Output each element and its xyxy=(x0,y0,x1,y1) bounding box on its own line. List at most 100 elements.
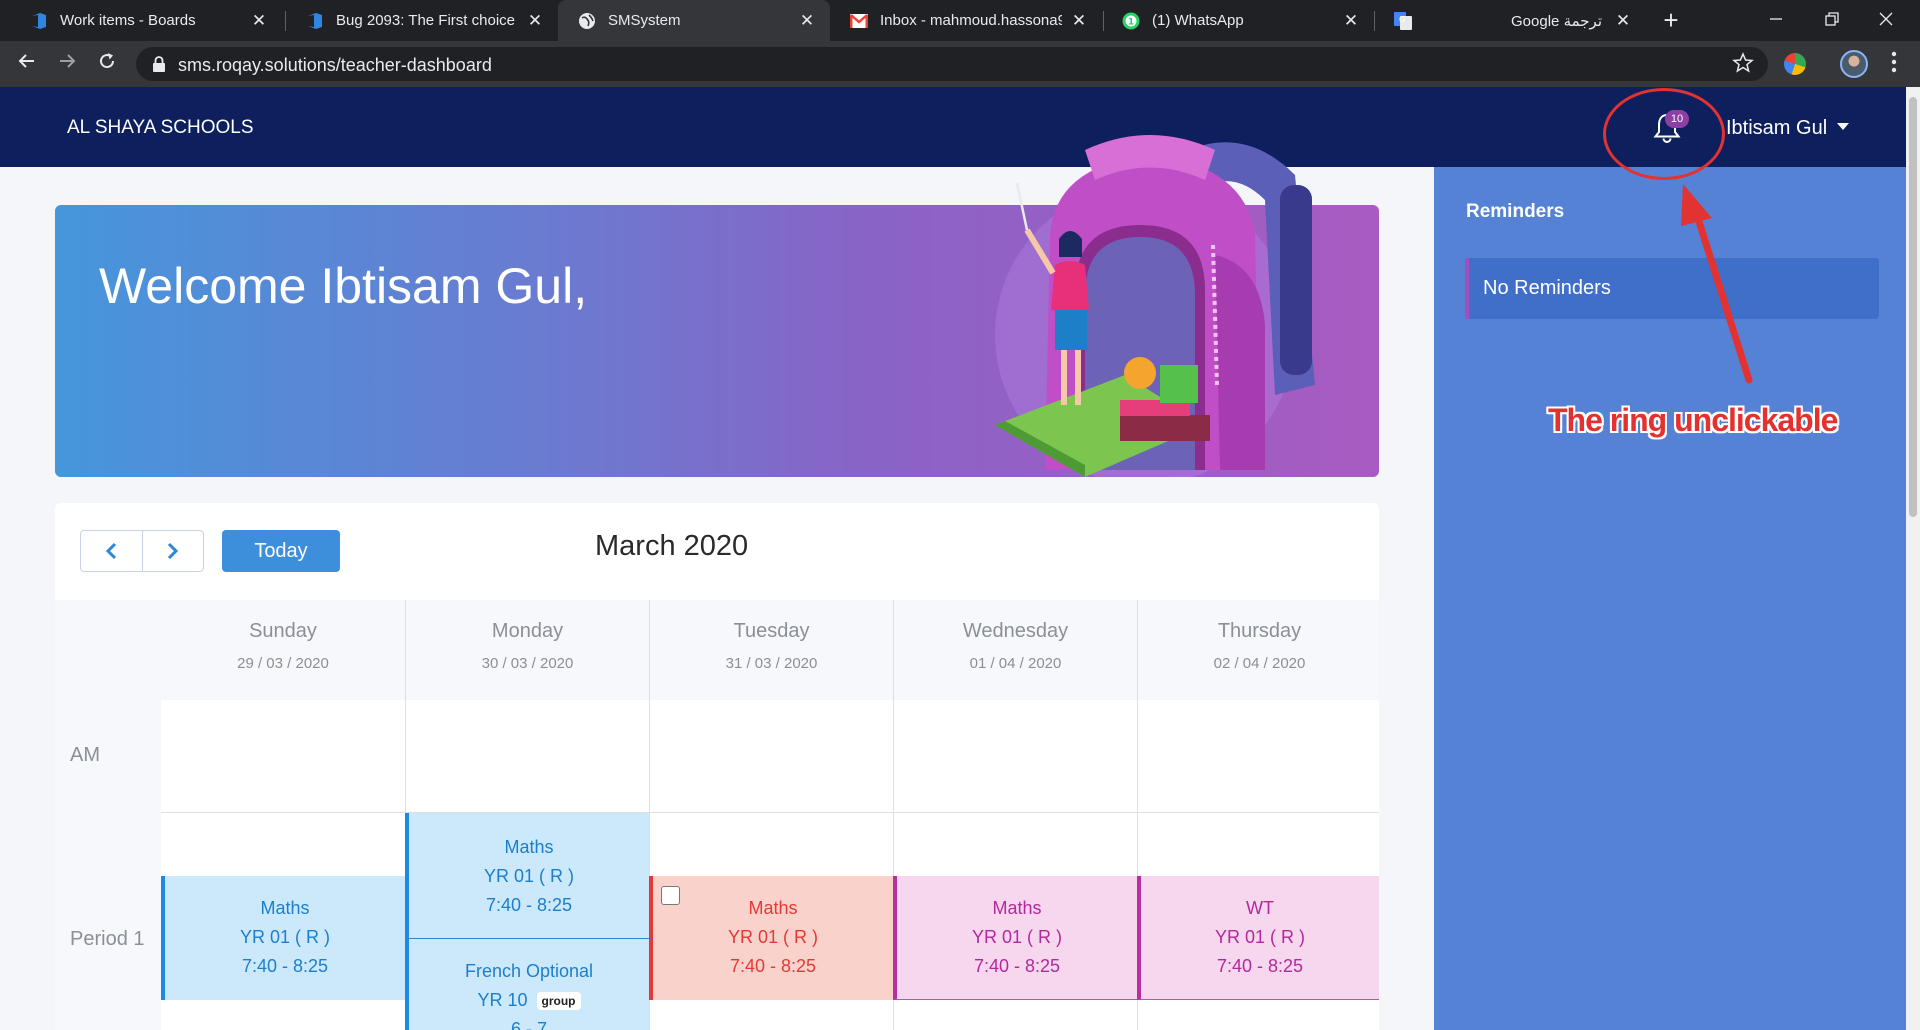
browser-toolbar: sms.roqay.solutions/teacher-dashboard xyxy=(0,41,1920,87)
arrow-right-icon xyxy=(60,54,76,68)
tab-close-icon[interactable]: ✕ xyxy=(1070,11,1088,31)
tab-close-icon[interactable]: ✕ xyxy=(250,11,268,31)
event-time: 6 - 7 xyxy=(510,1019,548,1030)
day-name: Tuesday xyxy=(733,620,810,642)
arrow-left-icon xyxy=(18,54,34,68)
calendar-card: Today March 2020 Sunday 29 / 03 / 2020 M… xyxy=(55,503,1379,1030)
backpack-teacher-illustration xyxy=(995,135,1315,477)
user-name: Ibtisam Gul xyxy=(1726,117,1828,139)
calendar-event[interactable]: WT YR 01 ( R ) 7:40 - 8:25 xyxy=(1137,876,1379,1000)
event-time: 7:40 - 8:25 xyxy=(485,895,573,915)
event-subject: French Optional xyxy=(464,961,594,981)
tab-title: (1) WhatsApp xyxy=(1152,12,1244,29)
whatsapp-icon: 1 xyxy=(1122,12,1140,30)
event-class: YR 01 ( R ) xyxy=(239,927,331,947)
day-name: Sunday xyxy=(249,620,317,642)
event-checkbox[interactable] xyxy=(661,886,680,905)
day-name: Thursday xyxy=(1217,620,1302,642)
calendar-event[interactable]: Maths YR 01 ( R ) 7:40 - 8:25 xyxy=(405,813,649,939)
event-class: YR 01 ( R ) xyxy=(727,927,819,947)
profile-avatar[interactable] xyxy=(1840,50,1868,78)
group-badge: group xyxy=(536,992,581,1011)
calendar-next-button[interactable] xyxy=(141,531,204,571)
event-time: 7:40 - 8:25 xyxy=(1216,956,1304,976)
address-bar[interactable]: sms.roqay.solutions/teacher-dashboard xyxy=(136,47,1768,81)
calendar-event[interactable]: Maths YR 01 ( R ) 7:40 - 8:25 xyxy=(649,876,893,1000)
event-class-row: YR 10 group xyxy=(409,986,649,1015)
reminders-title: Reminders xyxy=(1466,201,1565,222)
grid-line xyxy=(893,700,894,813)
day-column-thursday: Thursday 02 / 04 / 2020 xyxy=(1137,600,1379,700)
day-column-tuesday: Tuesday 31 / 03 / 2020 xyxy=(649,600,893,700)
user-menu-dropdown[interactable]: Ibtisam Gul xyxy=(1726,117,1850,140)
browser-tab[interactable]: Inbox - mahmoud.hassona9 ✕ xyxy=(830,0,1102,41)
row-gutter xyxy=(55,813,161,1030)
calendar-row-period-1: Period 1 Maths YR 01 ( R ) 7:40 - 8:25 M… xyxy=(55,813,1379,1030)
day-date: 30 / 03 / 2020 xyxy=(481,655,574,672)
chevron-left-icon xyxy=(106,542,117,560)
event-class: YR 01 ( R ) xyxy=(971,927,1063,947)
day-column-monday: Monday 30 / 03 / 2020 xyxy=(405,600,649,700)
tab-close-icon[interactable]: ✕ xyxy=(526,11,544,31)
browser-tab[interactable]: Bug 2093: The First choice in ✕ xyxy=(286,0,558,41)
row-label-am: AM xyxy=(70,744,100,766)
restore-button[interactable] xyxy=(1812,5,1852,35)
grid-line xyxy=(1137,700,1138,813)
day-date: 01 / 04 / 2020 xyxy=(969,655,1062,672)
forward-button[interactable] xyxy=(52,49,82,79)
event-time: 7:40 - 8:25 xyxy=(973,956,1061,976)
lock-icon xyxy=(153,56,165,72)
browser-menu-button[interactable] xyxy=(1884,51,1904,73)
minimize-button[interactable] xyxy=(1756,5,1796,35)
row-label-period-1: Period 1 xyxy=(70,928,145,950)
grid-line xyxy=(405,700,406,813)
event-subject: WT xyxy=(1246,898,1274,918)
event-time: 7:40 - 8:25 xyxy=(729,956,817,976)
svg-text:1: 1 xyxy=(1128,17,1134,27)
calendar-prev-button[interactable] xyxy=(81,531,142,571)
tab-title: Work items - Boards xyxy=(60,12,196,29)
day-name: Monday xyxy=(491,620,564,642)
browser-tab-active[interactable]: SMSystem ✕ xyxy=(558,0,830,41)
kebab-menu-icon xyxy=(1891,51,1897,73)
reload-button[interactable] xyxy=(92,49,122,79)
scrollbar-thumb[interactable] xyxy=(1909,97,1917,517)
tab-title: Inbox - mahmoud.hassona9 xyxy=(880,12,1062,29)
extension-icon[interactable] xyxy=(1784,53,1806,75)
globe-icon xyxy=(578,12,596,30)
url-text: sms.roqay.solutions/teacher-dashboard xyxy=(178,55,492,75)
browser-tab-strip: Work items - Boards ✕ Bug 2093: The Firs… xyxy=(0,0,1920,41)
minimize-icon xyxy=(1770,18,1782,20)
welcome-heading: Welcome Ibtisam Gul, xyxy=(99,258,588,314)
restore-icon xyxy=(1825,12,1839,26)
tab-title: SMSystem xyxy=(608,12,681,29)
tab-close-icon[interactable]: ✕ xyxy=(798,11,816,31)
browser-tab[interactable]: Work items - Boards ✕ xyxy=(10,0,282,41)
browser-tab[interactable]: 1 (1) WhatsApp ✕ xyxy=(1102,0,1374,41)
azure-devops-icon xyxy=(30,12,48,30)
page-scrollbar[interactable] xyxy=(1906,87,1920,1030)
welcome-banner: Welcome Ibtisam Gul, xyxy=(55,135,1379,477)
tab-close-icon[interactable]: ✕ xyxy=(1614,11,1632,31)
event-class: YR 01 ( R ) xyxy=(483,866,575,886)
day-column-wednesday: Wednesday 01 / 04 / 2020 xyxy=(893,600,1137,700)
calendar-event[interactable]: Maths YR 01 ( R ) 7:40 - 8:25 xyxy=(893,876,1137,1000)
event-subject: Maths xyxy=(748,898,798,918)
day-date: 29 / 03 / 2020 xyxy=(237,655,329,672)
event-time: 7:40 - 8:25 xyxy=(241,956,329,976)
bookmark-star-icon[interactable] xyxy=(1732,52,1754,74)
calendar-nav-group xyxy=(80,530,204,572)
annotation-label: The ring unclickable xyxy=(1548,402,1838,438)
tab-close-icon[interactable]: ✕ xyxy=(1342,11,1360,31)
back-button[interactable] xyxy=(12,49,42,79)
calendar-event[interactable]: French Optional YR 10 group 6 - 7 xyxy=(405,939,649,1030)
brand-name[interactable]: AL SHAYA SCHOOLS xyxy=(67,117,254,139)
browser-tab[interactable]: G Google ترجمة ✕ xyxy=(1374,0,1646,41)
event-subject: Maths xyxy=(992,898,1042,918)
svg-text:G: G xyxy=(1399,15,1405,24)
day-column-sunday: Sunday 29 / 03 / 2020 xyxy=(161,600,405,700)
new-tab-button[interactable]: + xyxy=(1657,7,1685,35)
calendar-event[interactable]: Maths YR 01 ( R ) 7:40 - 8:25 xyxy=(161,876,405,1000)
today-button[interactable]: Today xyxy=(222,530,340,572)
window-close-button[interactable] xyxy=(1866,5,1906,35)
